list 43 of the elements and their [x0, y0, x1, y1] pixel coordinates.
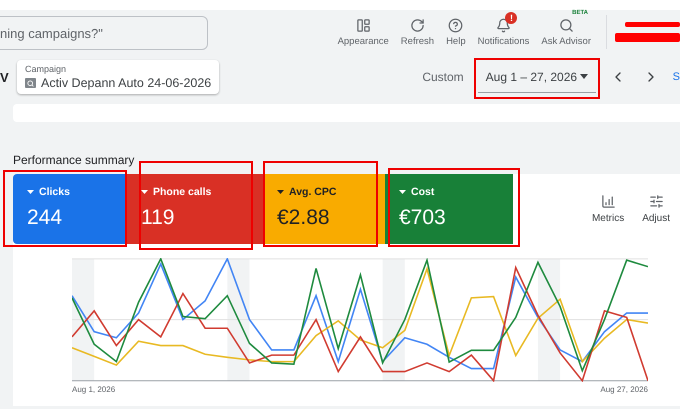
- caret-icon: [27, 190, 34, 194]
- campaign-name: Activ Depann Auto 24-06-2026: [41, 76, 212, 90]
- axis-label: Aug 1, 2026: [72, 385, 116, 394]
- cut-text: V: [0, 70, 9, 84]
- dropdown-caret-icon: [580, 74, 588, 79]
- metric-card[interactable]: Phone calls 119: [127, 174, 263, 244]
- campaign-selector[interactable]: Campaign Activ Depann Auto 24-06-2026: [17, 60, 220, 94]
- search-campaign-icon: [25, 78, 36, 88]
- search-field[interactable]: ning campaigns?": [0, 16, 208, 50]
- caret-icon: [277, 190, 284, 194]
- toolbar-button[interactable]: Help: [441, 18, 471, 46]
- metric-label: Phone calls: [153, 186, 212, 198]
- search-icon: [558, 18, 574, 32]
- toolbar-button[interactable]: Ask Advisor: [536, 18, 596, 46]
- cut-text: S: [672, 71, 680, 83]
- metric-value: €2.88: [277, 206, 331, 230]
- redaction-mark: [615, 22, 680, 42]
- metric-value: 119: [141, 206, 176, 230]
- metric-label: Avg. CPC: [289, 186, 336, 198]
- sliders-icon: [648, 194, 664, 209]
- metric-value: €703: [399, 206, 447, 230]
- adjust-button[interactable]: Adjust: [636, 194, 676, 224]
- notification-badge: !: [505, 12, 518, 24]
- metric-value: 244: [27, 206, 64, 230]
- metric-card[interactable]: Clicks 244: [13, 174, 127, 244]
- caret-icon: [141, 190, 148, 194]
- metric-card[interactable]: Avg. CPC €2.88: [263, 174, 385, 244]
- toolbar-button[interactable]: Refresh: [396, 18, 440, 46]
- caret-icon: [399, 190, 406, 194]
- toolbar-button[interactable]: Appearance: [332, 18, 394, 46]
- campaign-label: Campaign: [25, 64, 68, 74]
- help-icon: [448, 18, 464, 32]
- panel-icon: [356, 18, 371, 32]
- date-preset: Custom: [422, 70, 464, 84]
- metric-label: Clicks: [39, 186, 70, 198]
- chart-icon: [600, 194, 616, 209]
- metrics-button[interactable]: Metrics: [586, 194, 630, 224]
- section-title: Performance summary: [13, 153, 136, 167]
- metric-label: Cost: [411, 186, 434, 198]
- metric-card[interactable]: Cost €703: [385, 174, 513, 244]
- refresh-icon: [410, 18, 425, 32]
- bell-icon: [496, 18, 511, 32]
- axis-label: Aug 27, 2026: [600, 385, 648, 394]
